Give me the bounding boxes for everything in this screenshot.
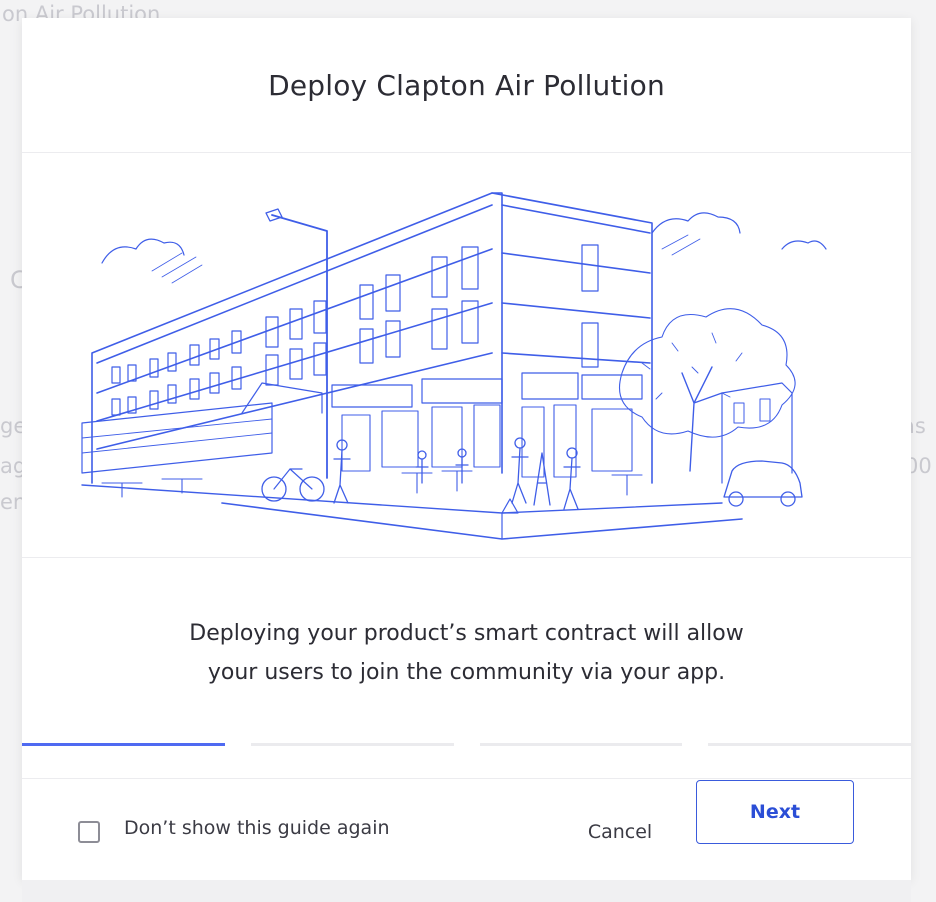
step-progress-indicator — [22, 743, 911, 746]
description-line: your users to join the community via you… — [207, 660, 726, 685]
modal-footer: Don’t show this guide again Cancel Next — [22, 778, 911, 881]
street-corner-building-illustration — [81, 192, 827, 540]
dont-show-again-checkbox[interactable] — [78, 821, 100, 843]
progress-step-2 — [250, 743, 454, 746]
modal-description: Deploying your product’s smart contract … — [22, 614, 911, 692]
description-line: Deploying your product’s smart contract … — [189, 621, 744, 646]
cancel-button[interactable]: Cancel — [560, 799, 680, 865]
deploy-guide-modal: Deploy Clapton Air Pollution Deploying y… — [22, 18, 911, 881]
progress-step-3 — [479, 743, 683, 746]
modal-title: Deploy Clapton Air Pollution — [268, 68, 665, 102]
background-sketch-strip — [22, 880, 911, 902]
next-button[interactable]: Next — [696, 780, 854, 844]
illustration-panel — [22, 152, 911, 558]
dont-show-again-label[interactable]: Don’t show this guide again — [124, 817, 390, 839]
progress-step-1 — [22, 743, 225, 746]
progress-step-4 — [708, 743, 911, 746]
